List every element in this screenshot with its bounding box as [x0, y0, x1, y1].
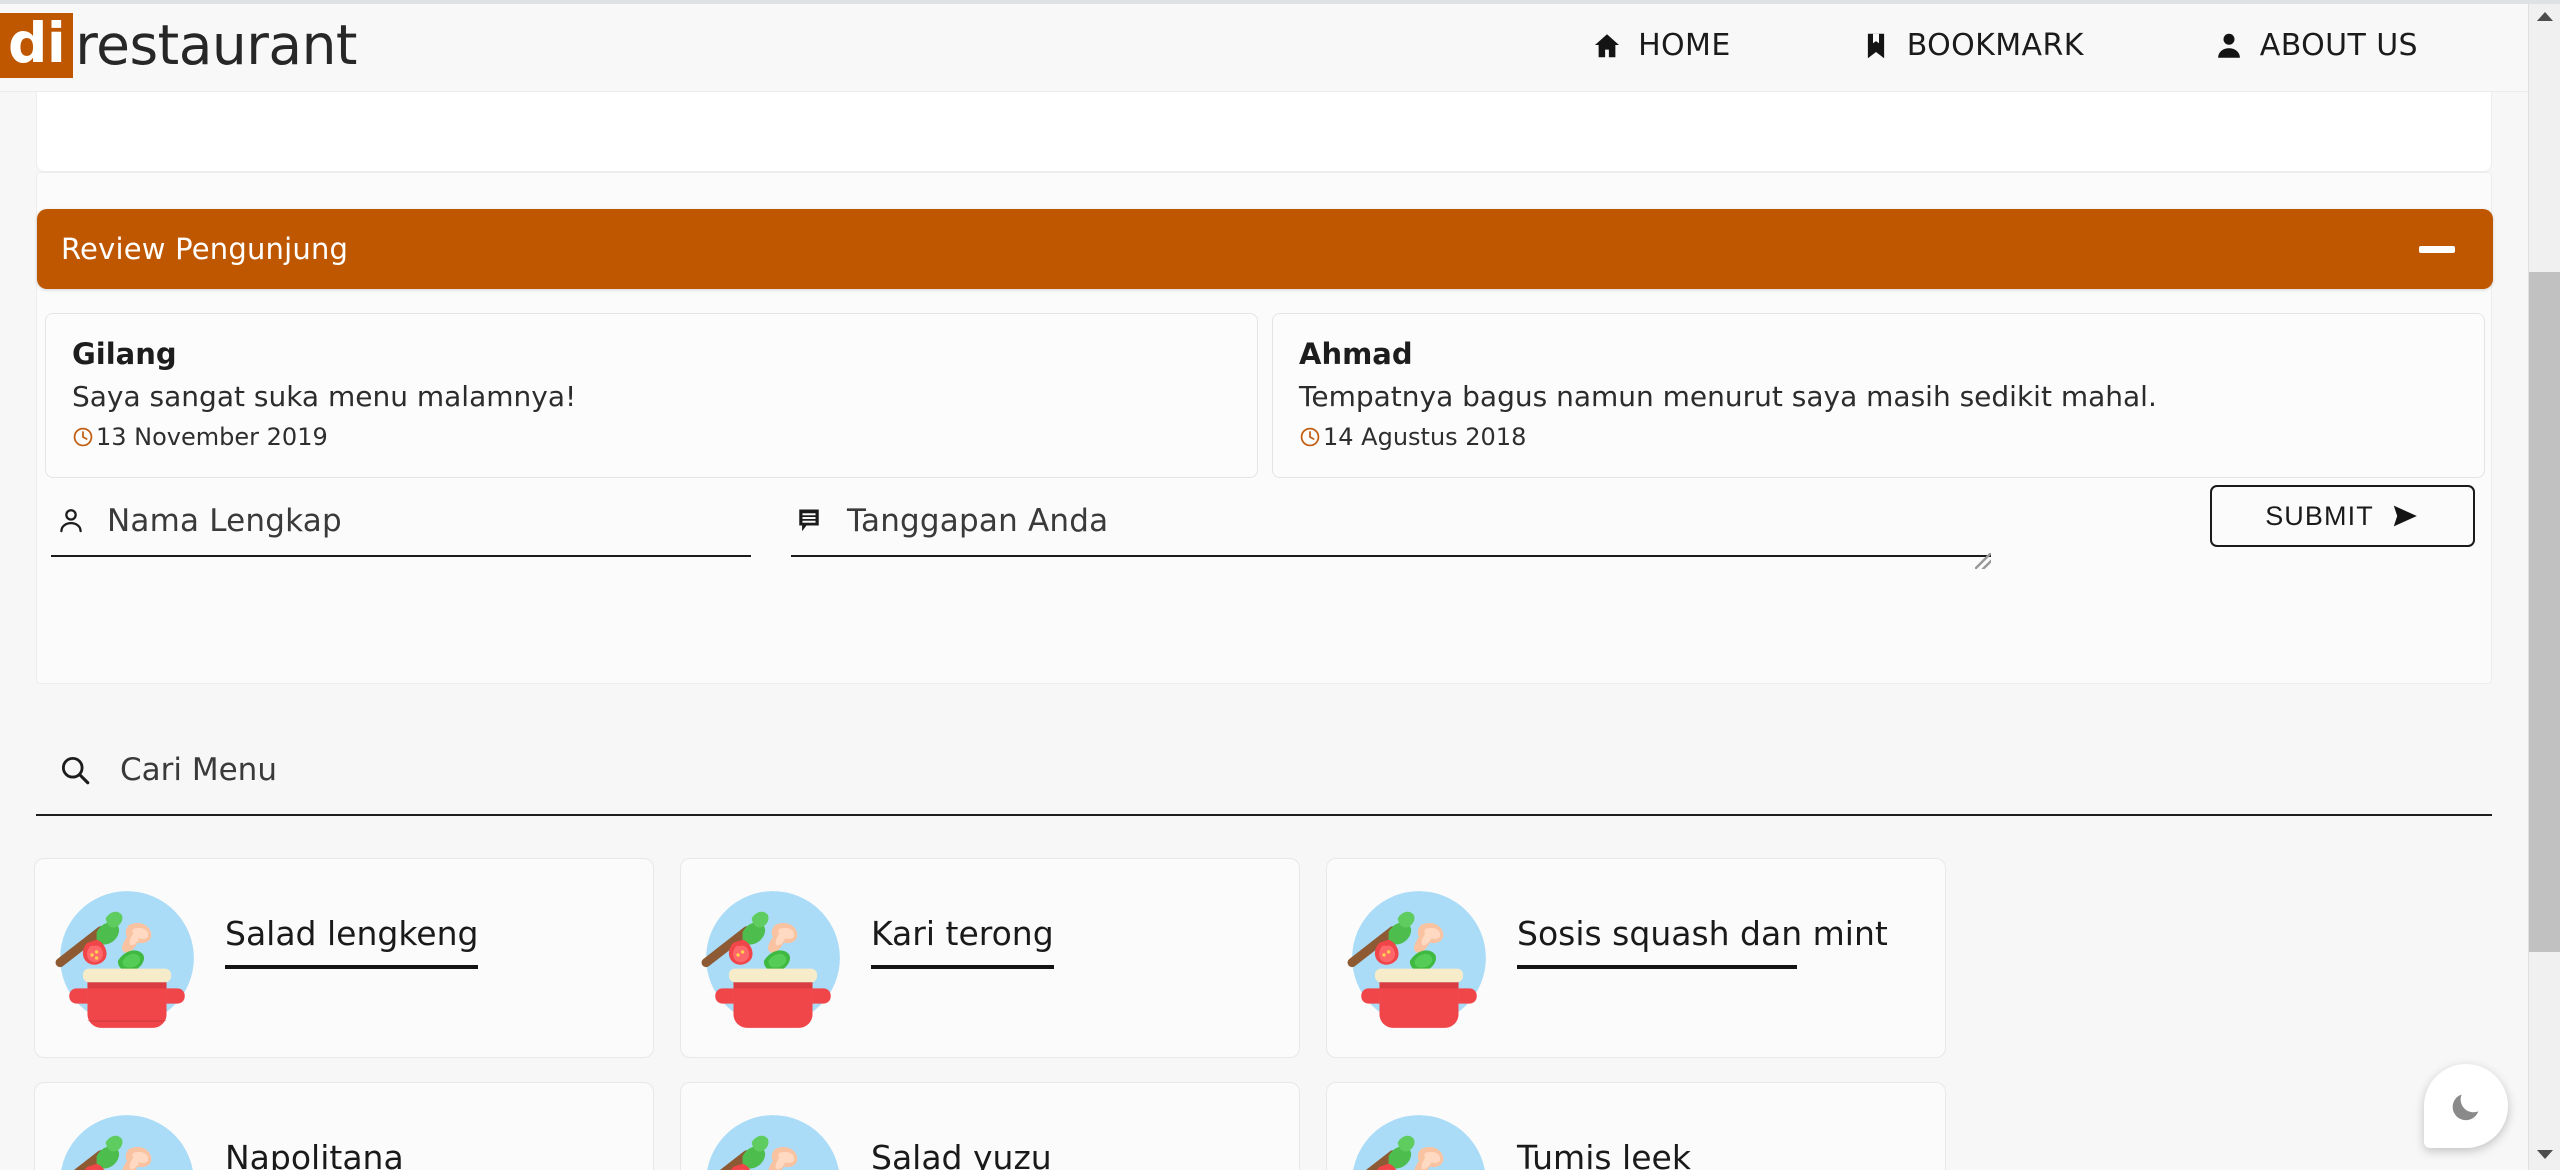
page-content: nibh. Donec sodales sagittis magna. Sed …: [0, 0, 2528, 1170]
clock-icon: [1299, 426, 1321, 448]
minus-icon[interactable]: [2419, 245, 2455, 253]
scroll-down-arrow[interactable]: [2529, 1138, 2560, 1170]
search-menu-placeholder: Cari Menu: [120, 752, 277, 788]
menu-item-card[interactable]: Salad yuzu: [680, 1082, 1300, 1170]
main-navigation: HOME BOOKMARK ABOUT US: [1592, 28, 2528, 63]
nav-item-bookmark[interactable]: BOOKMARK: [1861, 28, 2084, 63]
menu-item-body: Kari terong: [849, 914, 1054, 1003]
menu-item-body: Tumis leek: [1495, 1138, 1691, 1170]
menu-item-underline: [871, 964, 1054, 969]
site-header: di restaurant HOME BOOKMARK ABOUT US: [0, 0, 2528, 92]
review-author: Ahmad: [1299, 337, 1413, 371]
chevron-down-icon: [2537, 1149, 2553, 1159]
review-text: Saya sangat suka menu malamnya!: [72, 380, 577, 413]
menu-item-card[interactable]: Napolitana: [34, 1082, 654, 1170]
review-text: Tempatnya bagus namun menurut saya masih…: [1299, 380, 2157, 413]
submit-button-label: SUBMIT: [2265, 500, 2374, 531]
menu-item-title: Napolitana: [225, 1137, 404, 1170]
textarea-resize-handle[interactable]: [1975, 553, 1991, 569]
site-logo[interactable]: di restaurant: [0, 12, 357, 78]
browser-scrollbar[interactable]: [2528, 0, 2560, 1170]
bookmark-icon: [1861, 31, 1891, 61]
menu-list: Salad lengkeng Kari terong Sosis squash …: [34, 858, 2534, 1170]
nav-item-about-us[interactable]: ABOUT US: [2214, 28, 2418, 63]
submit-button[interactable]: SUBMIT: [2210, 485, 2475, 547]
menu-item-underline: [225, 964, 479, 969]
scrollbar-thumb[interactable]: [2529, 272, 2560, 952]
food-pot-icon: [1343, 882, 1495, 1034]
response-placeholder: Tanggapan Anda: [847, 503, 1109, 539]
clock-icon: [72, 426, 94, 448]
search-icon: [58, 753, 92, 787]
menu-item-card[interactable]: Sosis squash dan mint: [1326, 858, 1946, 1058]
menu-item-body: Salad yuzu: [849, 1138, 1052, 1170]
nav-item-home-label: HOME: [1638, 28, 1731, 63]
window-chrome-strip: [0, 0, 2560, 4]
review-date: 14 Agustus 2018: [1299, 423, 2458, 451]
logo-text: restaurant: [75, 12, 357, 77]
review-list: Gilang Saya sangat suka menu malamnya! 1…: [45, 313, 2485, 478]
home-icon: [1592, 31, 1622, 61]
moon-icon: [2448, 1088, 2484, 1124]
review-section-header[interactable]: Review Pengunjung: [37, 209, 2493, 289]
menu-item-title: Salad yuzu: [871, 1137, 1052, 1170]
nav-item-home[interactable]: HOME: [1592, 28, 1731, 63]
review-item: Gilang Saya sangat suka menu malamnya! 1…: [45, 313, 1258, 478]
review-date: 13 November 2019: [72, 423, 1231, 451]
nav-item-about-us-label: ABOUT US: [2259, 28, 2418, 63]
menu-item-underline: [1517, 964, 1797, 969]
review-panel: Review Pengunjung Gilang Saya sangat suk…: [36, 172, 2493, 684]
menu-item-body: Salad lengkeng: [203, 913, 479, 1003]
food-pot-icon: [1343, 1106, 1495, 1170]
search-menu-field[interactable]: Cari Menu: [36, 726, 2492, 816]
menu-item-title: Sosis squash dan mint: [1517, 913, 1888, 953]
page-root: nibh. Donec sodales sagittis magna. Sed …: [0, 0, 2560, 1170]
menu-item-card[interactable]: Tumis leek: [1326, 1082, 1946, 1170]
full-name-placeholder: Nama Lengkap: [107, 503, 342, 539]
full-name-field[interactable]: Nama Lengkap: [51, 493, 751, 557]
person-icon: [2214, 31, 2244, 61]
person-outline-icon: [55, 505, 87, 537]
review-form: Nama Lengkap Tanggapan Anda SUBMIT: [45, 485, 2485, 569]
food-pot-icon: [697, 882, 849, 1034]
send-icon: [2390, 503, 2420, 529]
food-pot-icon: [51, 1106, 203, 1170]
review-date-text: 13 November 2019: [96, 423, 328, 451]
review-date-text: 14 Agustus 2018: [1323, 423, 1527, 451]
chevron-up-icon: [2537, 11, 2553, 21]
scroll-up-arrow[interactable]: [2529, 0, 2560, 32]
menu-item-body: Napolitana: [203, 1138, 404, 1170]
nav-item-bookmark-label: BOOKMARK: [1906, 28, 2084, 63]
response-field[interactable]: Tanggapan Anda: [791, 493, 1991, 569]
food-pot-icon: [697, 1106, 849, 1170]
menu-item-title: Salad lengkeng: [225, 913, 479, 953]
logo-mark: di: [0, 13, 74, 78]
review-section-title: Review Pengunjung: [61, 232, 349, 266]
review-author: Gilang: [72, 337, 177, 371]
dark-mode-toggle-button[interactable]: [2424, 1064, 2508, 1148]
review-item: Ahmad Tempatnya bagus namun menurut saya…: [1272, 313, 2485, 478]
comment-icon: [795, 505, 827, 537]
menu-item-card[interactable]: Salad lengkeng: [34, 858, 654, 1058]
menu-item-body: Sosis squash dan mint: [1495, 914, 1888, 1003]
menu-item-title: Tumis leek: [1517, 1137, 1691, 1170]
menu-item-title: Kari terong: [871, 913, 1054, 953]
menu-item-card[interactable]: Kari terong: [680, 858, 1300, 1058]
food-pot-icon: [51, 882, 203, 1034]
